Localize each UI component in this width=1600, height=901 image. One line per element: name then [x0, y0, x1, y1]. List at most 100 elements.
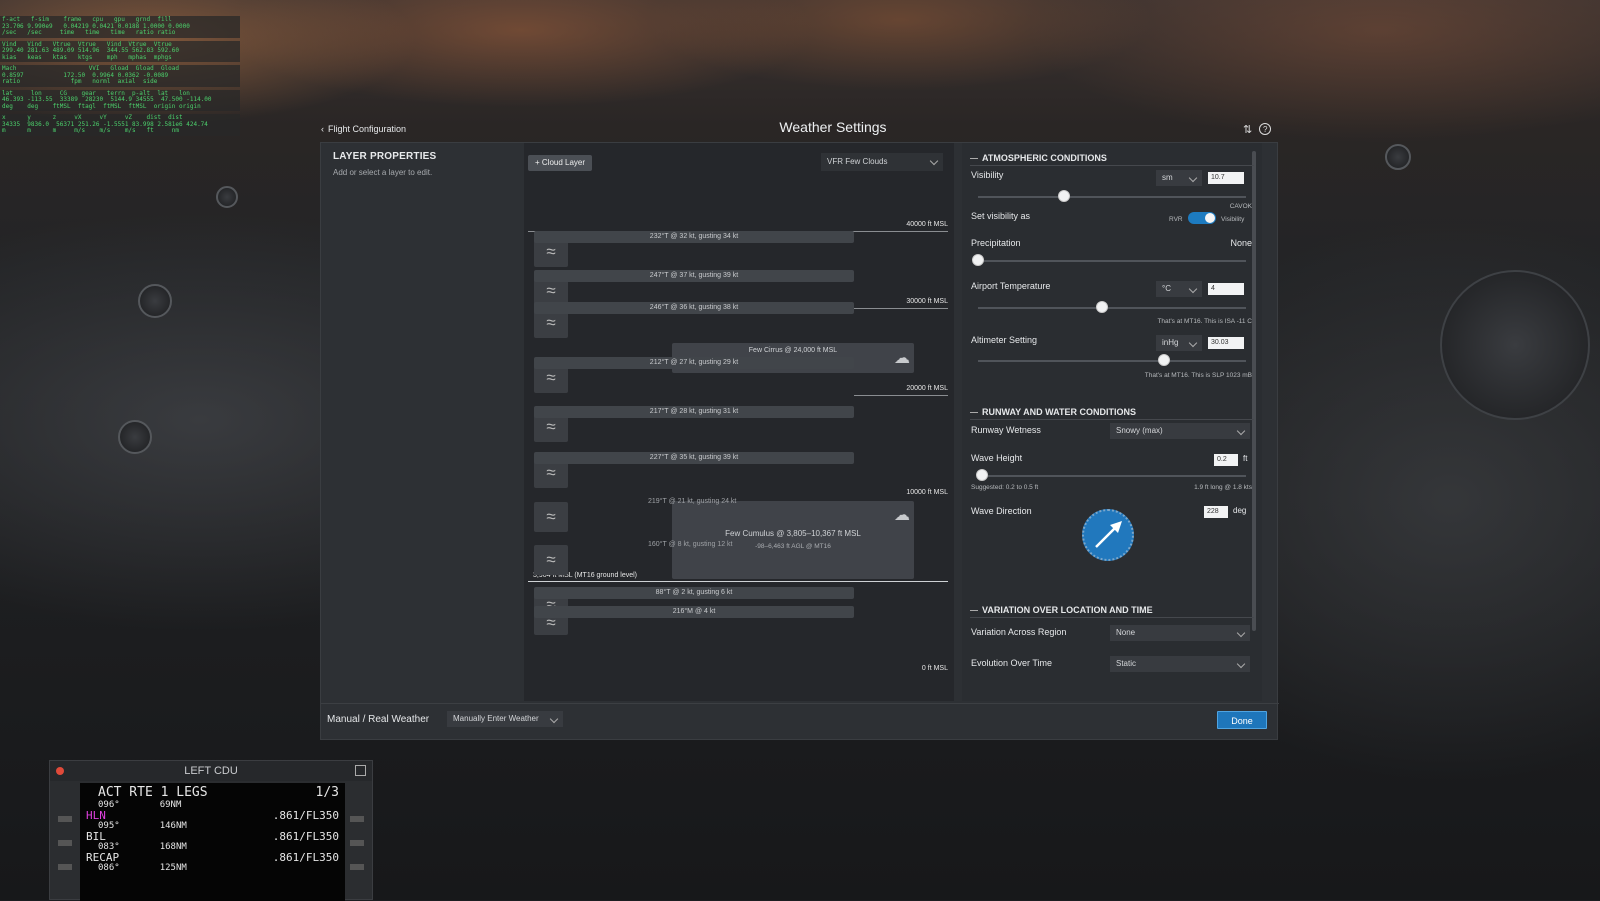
visibility-slider-thumb[interactable]: [1058, 190, 1070, 202]
stats-row: x y z vX vY vZ dist dist 34335 9836.0 56…: [0, 114, 240, 136]
visibility-mode-toggle[interactable]: [1188, 212, 1216, 224]
wind-layer-bar[interactable]: 246°T @ 36 kt, gusting 38 kt: [534, 302, 854, 314]
evolution-select[interactable]: Static: [1110, 656, 1250, 672]
wind-layer-bar[interactable]: 88°T @ 2 kt, gusting 6 kt: [534, 587, 854, 599]
breadcrumb-label[interactable]: Flight Configuration: [328, 124, 406, 134]
weather-preset-dropdown[interactable]: VFR Few Clouds: [821, 153, 943, 171]
altimeter-unit-select[interactable]: inHg: [1156, 335, 1202, 351]
wave-direction-unit: deg: [1233, 506, 1247, 515]
section-divider: [970, 617, 1254, 618]
visibility-input[interactable]: 10.7: [1208, 172, 1244, 184]
visibility-unit-select[interactable]: sm: [1156, 170, 1202, 186]
wind-layer-bar[interactable]: 212°T @ 27 kt, gusting 29 kt: [534, 357, 854, 369]
line-select-key[interactable]: [350, 864, 364, 870]
temperature-label: Airport Temperature: [971, 281, 1051, 291]
precipitation-slider-thumb[interactable]: [972, 254, 984, 266]
evolution-label: Evolution Over Time: [971, 658, 1053, 668]
altitude-line: [528, 581, 948, 582]
section-divider: [970, 419, 1254, 420]
panel-knob: [216, 186, 238, 208]
wind-layer-bar[interactable]: 216°M @ 4 kt: [534, 606, 854, 618]
temperature-unit-select[interactable]: °C: [1156, 281, 1202, 297]
header-icons: ⇅ ?: [1243, 123, 1272, 136]
cdu-titlebar[interactable]: LEFT CDU: [50, 761, 372, 781]
close-dot-icon[interactable]: [56, 767, 64, 775]
section-title: VARIATION OVER LOCATION AND TIME: [970, 605, 1153, 615]
chevron-down-icon: [929, 156, 939, 166]
wind-layer-bar[interactable]: 217°T @ 28 kt, gusting 31 kt: [534, 406, 854, 418]
visibility-option[interactable]: Visibility: [1221, 216, 1244, 223]
cdu-distance: 69NM: [159, 800, 182, 810]
cdu-distance: 125NM: [159, 863, 187, 873]
wave-height-suggestion: Suggested: 0.2 to 0.5 ft: [971, 484, 1039, 491]
temperature-input[interactable]: 4: [1208, 283, 1244, 295]
variation-region-select[interactable]: None: [1110, 625, 1250, 641]
temperature-note: That's at MT16. This is ISA -11 C: [1157, 318, 1252, 325]
runway-wetness-value: Snowy (max): [1116, 426, 1163, 435]
wave-height-slider-thumb[interactable]: [976, 469, 988, 481]
wind-layer-bar[interactable]: 160°T @ 8 kt, gusting 12 kt: [534, 539, 854, 551]
variation-region-value: None: [1116, 628, 1136, 637]
chevron-down-icon: [1236, 659, 1246, 669]
stats-row: f-act f-sim frame cpu gpu grnd fill 23.7…: [0, 16, 240, 38]
wave-height-unit: ft: [1243, 454, 1248, 463]
altitude-label: 30000 ft MSL: [906, 298, 948, 305]
cdu-page-title: ACT RTE 1 LEGS: [98, 785, 208, 800]
scrollbar[interactable]: [1252, 151, 1256, 631]
runway-wetness-select[interactable]: Snowy (max): [1110, 423, 1250, 439]
stats-overlay: f-act f-sim frame cpu gpu grnd fill 23.7…: [0, 16, 240, 139]
altitude-label: 0 ft MSL: [921, 665, 948, 672]
temperature-slider-track[interactable]: [978, 307, 1246, 309]
footer-bar: Manual / Real Weather Manually Enter Wea…: [321, 703, 1279, 741]
line-select-key[interactable]: [58, 840, 72, 846]
section-title: ATMOSPHERIC CONDITIONS: [970, 153, 1107, 163]
layer-properties-hint: Add or select a layer to edit.: [333, 168, 433, 177]
altimeter-slider-track[interactable]: [978, 360, 1246, 362]
line-select-key[interactable]: [350, 816, 364, 822]
cdu-title: LEFT CDU: [184, 765, 238, 777]
altimeter-slider-thumb[interactable]: [1158, 354, 1170, 366]
stats-row: Vind Vind Vtrue Vtrue Vind Vtrue Vtrue 2…: [0, 40, 240, 62]
wind-layer-bar[interactable]: 247°T @ 37 kt, gusting 39 kt: [534, 270, 854, 282]
chevron-down-icon: [1188, 338, 1198, 348]
visibility-slider-track[interactable]: [978, 196, 1246, 198]
wave-direction-compass[interactable]: [1082, 509, 1134, 561]
stats-row: lat lon CG gear terrn p-alt lat lon 46.3…: [0, 89, 240, 111]
temperature-slider-thumb[interactable]: [1096, 301, 1108, 313]
wave-height-note: 1.9 ft long @ 1.8 kts: [1194, 484, 1252, 491]
wind-layer-bar[interactable]: 227°T @ 35 kt, gusting 39 kt: [534, 452, 854, 464]
altitude-line: [854, 395, 948, 396]
wind-layer-bar[interactable]: 219°T @ 21 kt, gusting 24 kt: [534, 496, 854, 508]
precipitation-value: None: [1230, 238, 1252, 248]
sliders-icon[interactable]: ⇅: [1243, 123, 1252, 136]
altitude-label: 20000 ft MSL: [906, 385, 948, 392]
add-cloud-layer-button[interactable]: + Cloud Layer: [528, 155, 593, 171]
weather-mode-select[interactable]: Manually Enter Weather: [447, 711, 563, 727]
chevron-down-icon: [1236, 628, 1246, 638]
wave-height-slider-track[interactable]: [978, 475, 1246, 477]
weather-mode-value: Manually Enter Weather: [453, 714, 539, 723]
wind-layer-bar[interactable]: 232°T @ 32 kt, gusting 34 kt: [534, 231, 854, 243]
layer-graph[interactable]: + Cloud Layer VFR Few Clouds 40000 ft MS…: [524, 143, 954, 701]
wave-height-input[interactable]: 0.2: [1214, 454, 1238, 466]
conditions-pane: ATMOSPHERIC CONDITIONS Visibility sm 10.…: [962, 143, 1262, 701]
precipitation-slider-track[interactable]: [978, 260, 1246, 262]
line-select-key[interactable]: [58, 864, 72, 870]
breadcrumb[interactable]: ‹ Flight Configuration: [321, 124, 406, 134]
cavok-label: CAVOK: [1229, 203, 1252, 210]
altimeter-input[interactable]: 30.03: [1208, 337, 1244, 349]
panel-knob: [118, 420, 152, 454]
cdu-speed: .861/FL350: [272, 809, 339, 822]
line-select-key[interactable]: [350, 840, 364, 846]
done-button[interactable]: Done: [1217, 711, 1267, 729]
cirrus-layer-label: Few Cirrus @ 24,000 ft MSL: [748, 347, 838, 354]
wave-direction-input[interactable]: 228: [1204, 506, 1228, 518]
panel-knob: [138, 284, 172, 318]
rvr-option[interactable]: RVR: [1169, 216, 1183, 223]
help-icon[interactable]: ?: [1259, 123, 1272, 135]
chevron-left-icon[interactable]: ‹: [321, 124, 324, 134]
line-select-key[interactable]: [58, 816, 72, 822]
layer-properties-pane: LAYER PROPERTIES Add or select a layer t…: [321, 143, 516, 703]
popout-icon[interactable]: [355, 765, 366, 776]
set-visibility-label: Set visibility as: [971, 211, 1031, 221]
